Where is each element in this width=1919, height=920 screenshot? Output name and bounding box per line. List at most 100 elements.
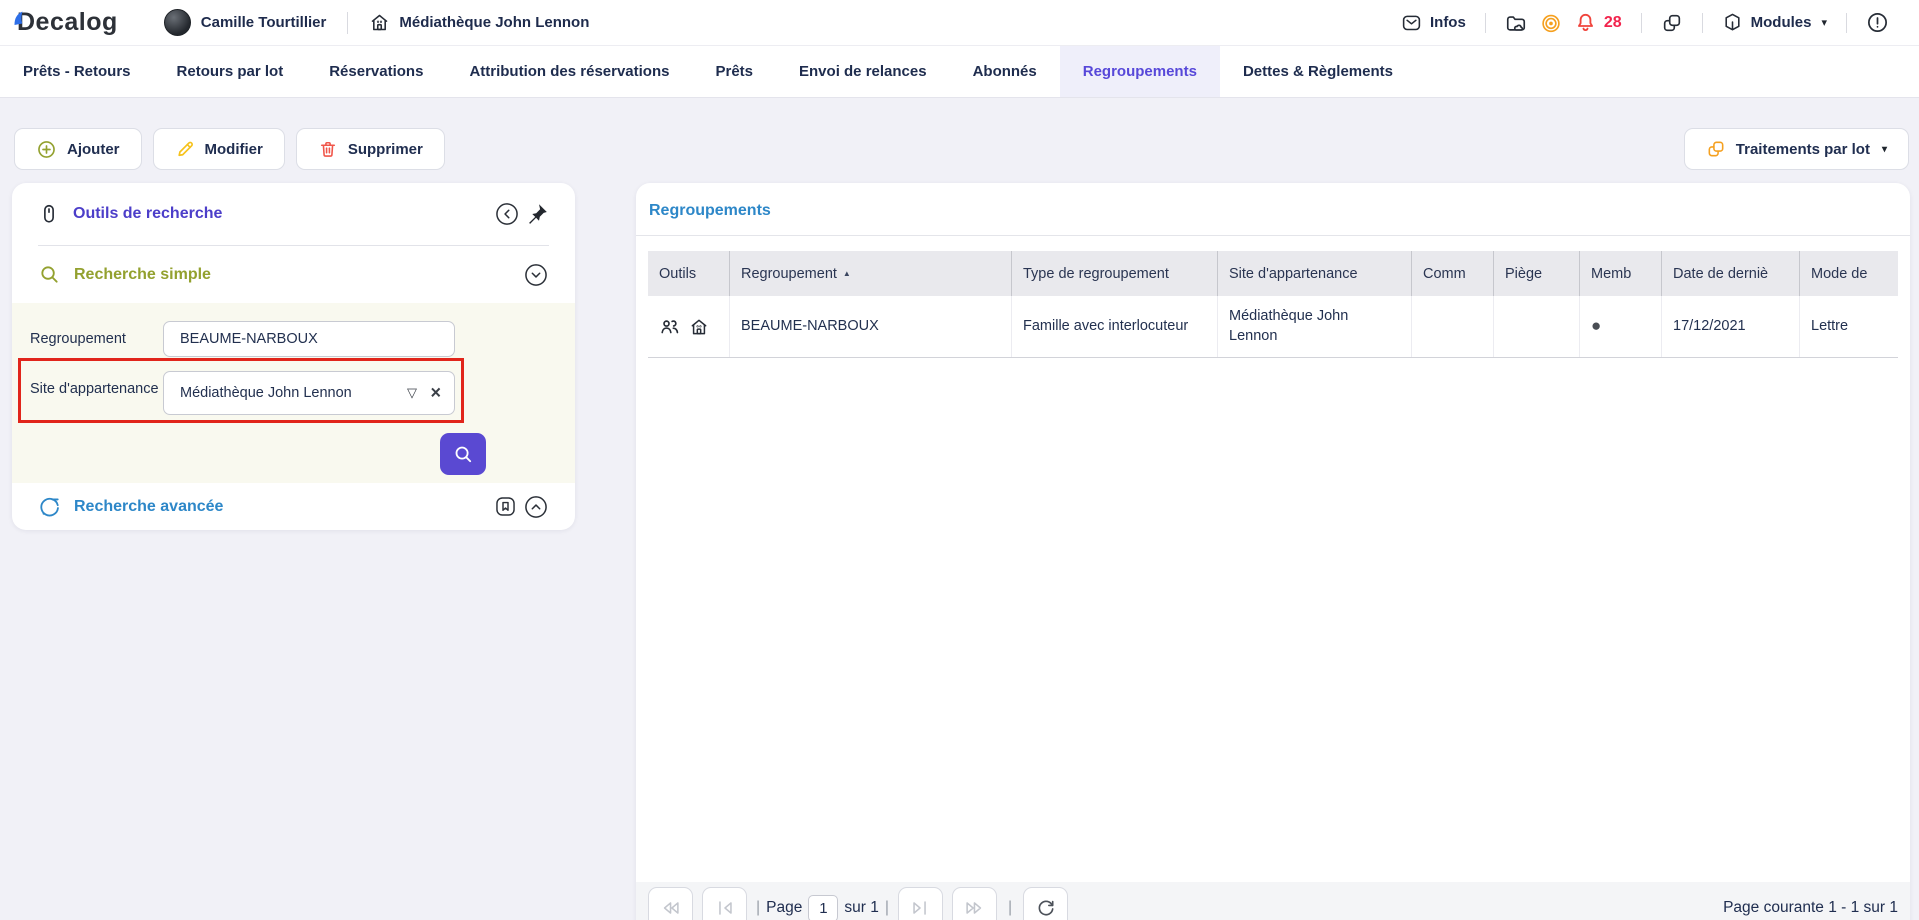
advanced-search-icon [38, 495, 61, 518]
link-squares-icon [1661, 12, 1683, 34]
run-search-button[interactable] [440, 433, 486, 475]
pencil-icon [175, 139, 195, 159]
top-right-actions: Infos 28 Modules ▾ [1401, 11, 1889, 34]
mouse-icon [38, 203, 60, 225]
batch-actions-button[interactable]: Traitements par lot ▾ [1684, 128, 1909, 170]
site-appartenance-label: Site d'appartenance [30, 371, 163, 415]
clear-field-icon[interactable]: × [430, 383, 441, 404]
results-title: Regroupements [649, 202, 1910, 220]
divider [1702, 13, 1703, 33]
group-site-button[interactable] [689, 317, 709, 337]
fast-forward-button[interactable] [952, 887, 997, 920]
row-mode-cell: Lettre [1800, 296, 1898, 357]
first-page-icon [714, 897, 736, 919]
regroupement-input[interactable] [163, 321, 455, 357]
broadcast-icon [1540, 12, 1562, 34]
chevron-down-circle-icon [523, 262, 549, 288]
tab-regroupements[interactable]: Regroupements [1060, 46, 1220, 97]
table-header-row: Outils Regroupement ▲ Type de regroupeme… [648, 251, 1898, 296]
tab-prets[interactable]: Prêts [692, 46, 776, 97]
add-button[interactable]: Ajouter [14, 128, 142, 170]
modules-menu[interactable]: Modules ▾ [1722, 12, 1827, 33]
next-page-icon [909, 897, 931, 919]
tab-reservations[interactable]: Réservations [306, 46, 446, 97]
divider [1641, 13, 1642, 33]
next-page-button[interactable] [898, 887, 943, 920]
column-header-date[interactable]: Date de derniè [1662, 251, 1800, 296]
fast-forward-icon [963, 897, 985, 919]
column-header-site[interactable]: Site d'appartenance [1218, 251, 1412, 296]
tab-abonnes[interactable]: Abonnés [950, 46, 1060, 97]
table-row[interactable]: BEAUME-NARBOUX Famille avec interlocuteu… [648, 296, 1898, 358]
folder-cloud-button[interactable] [1505, 12, 1527, 34]
advanced-search-header: Recherche avancée [12, 483, 575, 530]
simple-search-title: Recherche simple [74, 266, 211, 284]
fast-backward-button[interactable] [648, 887, 693, 920]
current-user[interactable]: Camille Tourtillier [164, 9, 327, 36]
column-header-membres[interactable]: Memb [1580, 251, 1662, 296]
broadcast-button[interactable] [1540, 12, 1562, 34]
current-site[interactable]: Médiathèque John Lennon [369, 12, 589, 33]
folder-cloud-icon [1505, 12, 1527, 34]
caret-down-icon: ▾ [1821, 16, 1827, 29]
delete-label: Supprimer [348, 141, 423, 158]
search-tools-title: Outils de recherche [73, 205, 222, 223]
triangle-down-icon[interactable]: ▽ [407, 385, 417, 401]
batch-label: Traitements par lot [1736, 141, 1870, 158]
tab-retours-par-lot[interactable]: Retours par lot [154, 46, 307, 97]
collapse-panel-button[interactable] [494, 201, 520, 227]
edit-button[interactable]: Modifier [153, 128, 285, 170]
collapse-simple-search-button[interactable] [523, 262, 549, 288]
delete-button[interactable]: Supprimer [296, 128, 445, 170]
members-dot-icon: ● [1591, 315, 1601, 338]
link-button[interactable] [1661, 12, 1683, 34]
refresh-button[interactable] [1023, 887, 1068, 920]
column-header-outils[interactable]: Outils [648, 251, 730, 296]
tab-prets-retours[interactable]: Prêts - Retours [0, 46, 154, 97]
logo-accent-icon [13, 11, 26, 26]
app-logo[interactable]: Decalog [14, 8, 118, 37]
refresh-icon [1035, 897, 1057, 919]
first-page-button[interactable] [702, 887, 747, 920]
column-header-type[interactable]: Type de regroupement [1012, 251, 1218, 296]
results-panel: Regroupements Outils Regroupement ▲ Type… [636, 183, 1910, 920]
row-tools-cell [648, 296, 730, 357]
separator: | [756, 899, 760, 917]
group-members-button[interactable] [659, 316, 681, 338]
column-header-piege[interactable]: Piège [1494, 251, 1580, 296]
plus-circle-icon [36, 139, 57, 160]
page-input[interactable] [808, 895, 838, 920]
separator: | [885, 899, 889, 917]
pin-panel-button[interactable] [525, 202, 549, 226]
advanced-search-title: Recherche avancée [74, 498, 223, 516]
results-table: Outils Regroupement ▲ Type de regroupeme… [648, 251, 1898, 358]
infos-button[interactable]: Infos [1401, 12, 1466, 33]
simple-search-form: Regroupement Site d'appartenance ▽ × [12, 303, 575, 483]
column-header-regroupement[interactable]: Regroupement ▲ [730, 251, 1012, 296]
help-button[interactable] [1866, 11, 1889, 34]
tab-envoi-relances[interactable]: Envoi de relances [776, 46, 950, 97]
page-content: Outils de recherche Recherche simple [0, 183, 1919, 920]
column-header-commentaire[interactable]: Comm [1412, 251, 1494, 296]
save-search-button[interactable] [493, 494, 518, 519]
caret-down-icon: ▾ [1882, 144, 1887, 155]
page-indicator: | Page sur 1 | [756, 887, 889, 920]
infos-label: Infos [1430, 14, 1466, 31]
fast-backward-icon [660, 897, 682, 919]
pagination-bar: | Page sur 1 | | Page courante 1 - 1 sur… [636, 882, 1910, 920]
batch-icon [1706, 139, 1726, 159]
sort-asc-icon: ▲ [843, 269, 851, 278]
cube-icon [1722, 12, 1743, 33]
tab-attribution-reservations[interactable]: Attribution des réservations [446, 46, 692, 97]
trash-icon [318, 139, 338, 159]
row-commentaire-cell [1412, 296, 1494, 357]
collapse-advanced-search-button[interactable] [523, 494, 549, 520]
row-date-cell: 17/12/2021 [1662, 296, 1800, 357]
column-header-mode[interactable]: Mode de [1800, 251, 1898, 296]
search-tools-header: Outils de recherche [12, 183, 575, 245]
page-label: Page [766, 899, 802, 917]
tab-dettes-reglements[interactable]: Dettes & Règlements [1220, 46, 1416, 97]
notifications-button[interactable]: 28 [1575, 12, 1622, 33]
avatar [164, 9, 191, 36]
separator: | [1008, 887, 1012, 920]
